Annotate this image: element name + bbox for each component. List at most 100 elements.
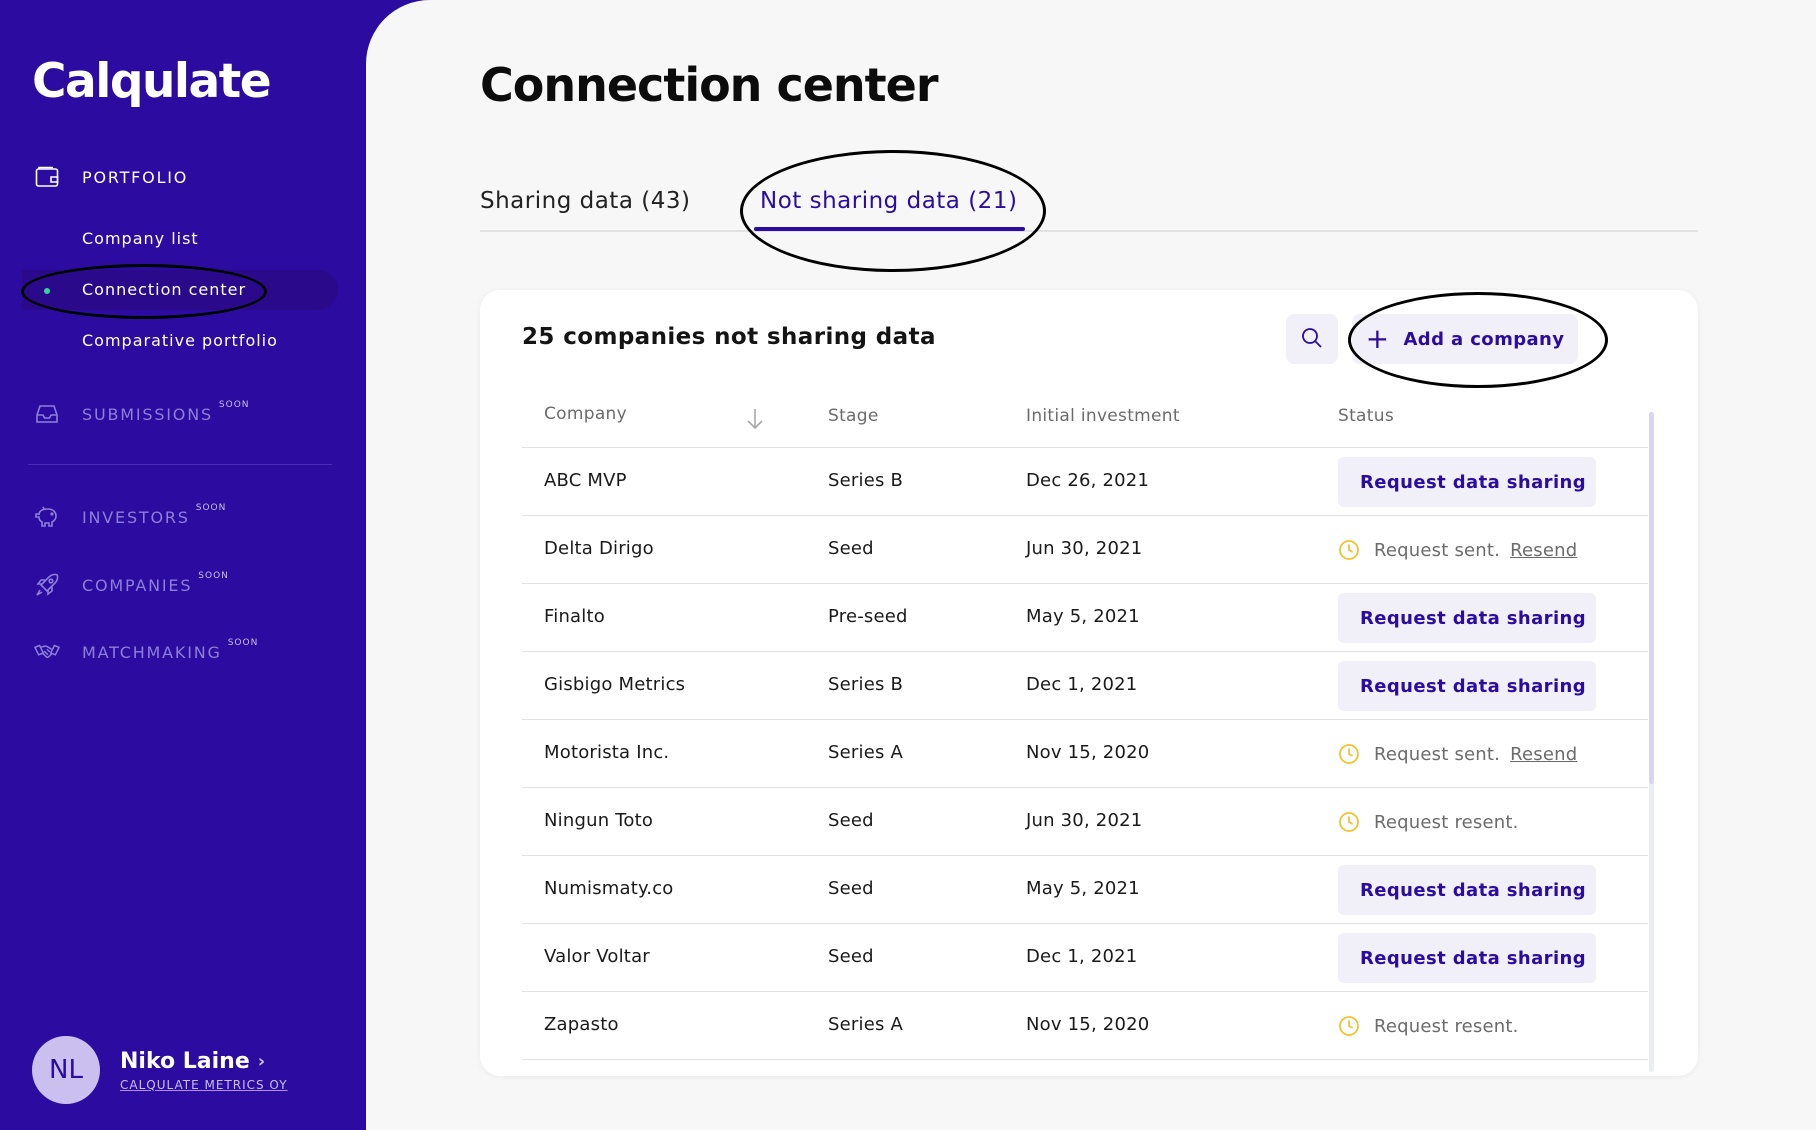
initial-investment-date: Nov 15, 2020 <box>1026 1014 1150 1035</box>
status-cell: Request resent. <box>1338 1001 1519 1051</box>
table-row: Gisbigo Metrics Series B Dec 1, 2021 Req… <box>522 652 1648 720</box>
soon-badge: SOON <box>227 638 259 648</box>
resend-link[interactable]: Resend <box>1510 540 1577 561</box>
status-text: Request resent. <box>1374 1015 1519 1037</box>
nav-investors-label: INVESTORS <box>82 507 190 527</box>
company-stage: Series B <box>828 470 904 491</box>
resend-link[interactable]: Resend <box>1510 744 1577 765</box>
request-data-sharing-button[interactable]: Request data sharing <box>1338 457 1596 507</box>
nav-submissions-label: SUBMISSIONS <box>82 404 213 424</box>
company-stage: Seed <box>828 878 874 899</box>
status-cell: Request data sharing <box>1338 661 1596 711</box>
search-icon <box>1300 326 1324 353</box>
status-cell: Request sent. Resend <box>1338 729 1577 779</box>
search-button[interactable] <box>1286 314 1338 364</box>
app-logo[interactable]: Calqulate <box>32 54 272 109</box>
user-name: Niko Laine › <box>120 1049 288 1074</box>
nav-submissions[interactable]: SUBMISSIONS SOON <box>34 400 250 427</box>
company-stage: Pre-seed <box>828 606 908 627</box>
company-name: Finalto <box>544 606 605 627</box>
card-title: 25 companies not sharing data <box>522 324 936 350</box>
table-row: Ningun Toto Seed Jun 30, 2021 Request re… <box>522 788 1648 856</box>
table-row: Zapasto Series A Nov 15, 2020 Request re… <box>522 992 1648 1060</box>
nav-connection-center[interactable]: Connection center <box>82 280 246 299</box>
status-text: Request sent. <box>1374 539 1501 561</box>
nav-matchmaking[interactable]: MATCHMAKING SOON <box>34 638 259 665</box>
table-row: Numismaty.co Seed May 5, 2021 Request da… <box>522 856 1648 924</box>
status-text: Request resent. <box>1374 811 1519 833</box>
status-cell: Request data sharing <box>1338 593 1596 643</box>
nav-investors[interactable]: INVESTORS SOON <box>34 503 227 530</box>
user-profile[interactable]: NL Niko Laine › CALQULATE METRICS OY <box>32 1036 288 1104</box>
request-data-sharing-button[interactable]: Request data sharing <box>1338 933 1596 983</box>
soon-badge: SOON <box>195 503 227 513</box>
clock-icon <box>1338 743 1360 765</box>
add-company-button[interactable]: + Add a company <box>1352 314 1578 364</box>
initial-investment-date: May 5, 2021 <box>1026 606 1140 627</box>
status-text: Request sent. <box>1374 743 1501 765</box>
table-row: Motorista Inc. Series A Nov 15, 2020 Req… <box>522 720 1648 788</box>
column-header-status: Status <box>1338 406 1394 426</box>
company-stage: Series B <box>828 674 904 695</box>
clock-icon <box>1338 539 1360 561</box>
table-body: ABC MVP Series B Dec 26, 2021 Request da… <box>522 448 1648 1060</box>
nav-matchmaking-label: MATCHMAKING <box>82 642 222 662</box>
sidebar: Calqulate PORTFOLIO Company list Connect… <box>0 0 366 1130</box>
nav-portfolio-label: PORTFOLIO <box>82 167 189 187</box>
status-cell: Request sent. Resend <box>1338 525 1577 575</box>
tab-sharing-data[interactable]: Sharing data (43) <box>480 188 690 214</box>
main-content: Connection center Sharing data (43) Not … <box>366 0 1816 1130</box>
column-header-initial-investment: Initial investment <box>1026 406 1180 426</box>
nav-companies[interactable]: COMPANIES SOON <box>34 571 229 598</box>
request-data-sharing-button[interactable]: Request data sharing <box>1338 593 1596 643</box>
company-stage: Seed <box>828 946 874 967</box>
user-organization[interactable]: CALQULATE METRICS OY <box>120 1078 288 1092</box>
company-stage: Series A <box>828 1014 903 1035</box>
scrollbar-thumb[interactable] <box>1649 412 1654 784</box>
request-data-sharing-button[interactable]: Request data sharing <box>1338 661 1596 711</box>
table-row: Valor Voltar Seed Dec 1, 2021 Request da… <box>522 924 1648 992</box>
wallet-icon <box>34 164 60 190</box>
page-title: Connection center <box>480 58 939 112</box>
initial-investment-date: Dec 26, 2021 <box>1026 470 1150 491</box>
rocket-icon <box>34 572 60 598</box>
request-data-sharing-button[interactable]: Request data sharing <box>1338 865 1596 915</box>
company-stage: Seed <box>828 538 874 559</box>
clock-icon <box>1338 811 1360 833</box>
company-name: Delta Dirigo <box>544 538 654 559</box>
company-stage: Series A <box>828 742 903 763</box>
company-name: Numismaty.co <box>544 878 674 899</box>
add-company-label: Add a company <box>1403 328 1565 350</box>
status-cell: Request data sharing <box>1338 865 1596 915</box>
company-name: Ningun Toto <box>544 810 654 831</box>
sort-descending-icon[interactable] <box>746 408 764 434</box>
status-cell: Request data sharing <box>1338 933 1596 983</box>
nav-portfolio[interactable]: PORTFOLIO <box>34 164 188 190</box>
table-scrollbar[interactable] <box>1649 412 1654 1072</box>
active-indicator-dot <box>44 288 50 294</box>
nav-company-list[interactable]: Company list <box>82 229 199 248</box>
company-name: Zapasto <box>544 1014 619 1035</box>
table-row: Delta Dirigo Seed Jun 30, 2021 Request s… <box>522 516 1648 584</box>
initial-investment-date: Nov 15, 2020 <box>1026 742 1150 763</box>
nav-companies-label: COMPANIES <box>82 575 193 595</box>
initial-investment-date: Dec 1, 2021 <box>1026 674 1138 695</box>
status-cell: Request data sharing <box>1338 457 1596 507</box>
plus-icon: + <box>1365 322 1390 355</box>
companies-card: 25 companies not sharing data + Add a co… <box>480 290 1698 1076</box>
chevron-right-icon: › <box>257 1050 266 1072</box>
initial-investment-date: Dec 1, 2021 <box>1026 946 1138 967</box>
column-header-company[interactable]: Company <box>544 404 627 424</box>
table-header: Company Stage Initial investment Status <box>522 394 1648 448</box>
table-row: Finalto Pre-seed May 5, 2021 Request dat… <box>522 584 1648 652</box>
company-name: Valor Voltar <box>544 946 650 967</box>
initial-investment-date: Jun 30, 2021 <box>1026 538 1143 559</box>
tab-bar: Sharing data (43) Not sharing data (21) <box>480 180 1698 232</box>
column-header-stage: Stage <box>828 406 879 426</box>
soon-badge: SOON <box>218 400 250 410</box>
company-stage: Seed <box>828 810 874 831</box>
nav-comparative-portfolio[interactable]: Comparative portfolio <box>82 331 278 350</box>
clock-icon <box>1338 1015 1360 1037</box>
soon-badge: SOON <box>198 571 229 581</box>
tab-not-sharing-data[interactable]: Not sharing data (21) <box>753 188 1026 231</box>
